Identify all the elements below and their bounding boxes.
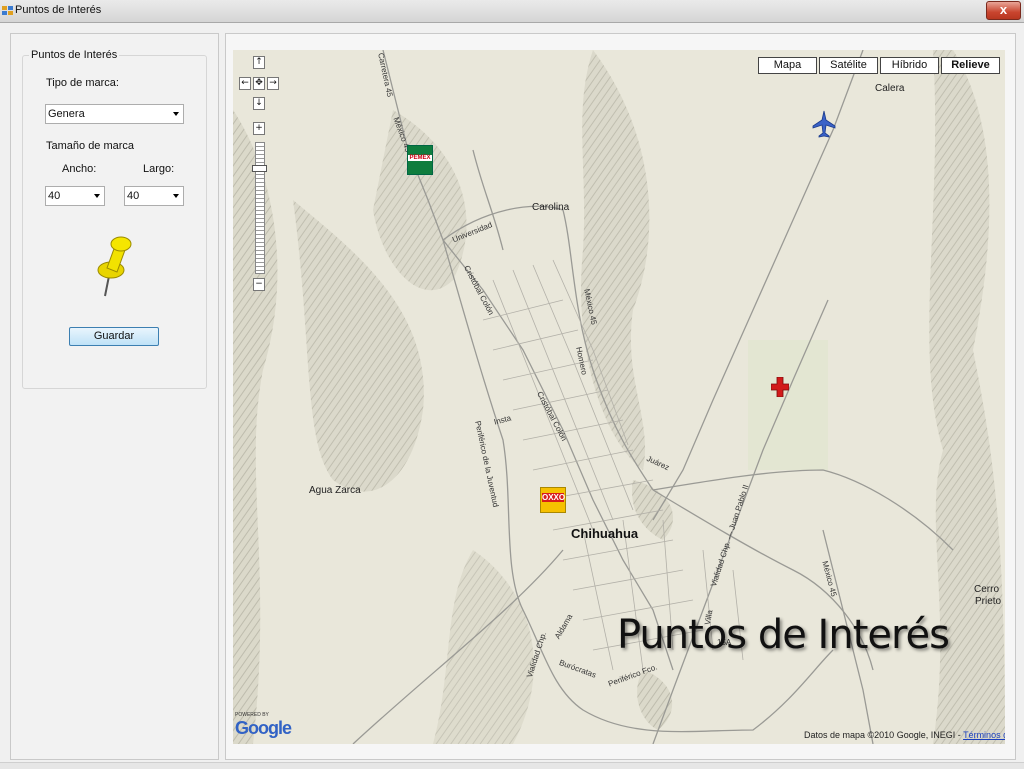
place-label-prieto: Prieto: [975, 596, 1002, 607]
hospital-icon[interactable]: [771, 377, 789, 397]
place-label-carolina: Carolina: [532, 202, 570, 213]
width-value: 40: [48, 190, 61, 202]
pemex-label: PEMEX: [408, 155, 432, 161]
width-label: Ancho:: [62, 163, 97, 175]
place-label-cerro: Cerro: [974, 584, 1000, 595]
app-icon: [2, 6, 13, 15]
pan-center-button[interactable]: ✥: [253, 77, 265, 90]
pan-left-button[interactable]: ←: [239, 77, 251, 90]
attribution-text: Datos de mapa ©2010 Google, INEGI -: [804, 730, 964, 740]
map-view[interactable]: ↑ ← ✥ → ↓ + − Mapa Satélite Híbrido Reli…: [233, 50, 1005, 744]
map-type-relieve[interactable]: Relieve: [941, 57, 1000, 74]
overlay-title: Puntos de Interés: [617, 612, 950, 658]
settings-panel: Puntos de Interés Tipo de marca: Genera …: [10, 33, 219, 760]
marker-type-value: Genera: [48, 108, 85, 120]
window-title: Puntos de Interés: [15, 4, 102, 16]
airport-icon[interactable]: [812, 110, 836, 138]
marker-size-label: Tamaño de marca: [46, 140, 135, 152]
map-type-mapa[interactable]: Mapa: [758, 57, 817, 74]
chevron-down-icon: [173, 194, 179, 198]
marker-type-select[interactable]: Genera: [45, 104, 184, 124]
terms-of-use-link[interactable]: Términos de uso: [963, 730, 1005, 740]
pan-up-button[interactable]: ↑: [253, 56, 265, 69]
chevron-down-icon: [173, 112, 179, 116]
oxxo-label: OXXO: [542, 493, 566, 502]
zoom-out-button[interactable]: −: [253, 278, 265, 291]
height-label: Largo:: [143, 163, 175, 175]
place-label-calera: Calera: [875, 83, 905, 94]
pushpin-icon: [97, 236, 132, 297]
height-value: 40: [127, 190, 140, 202]
zoom-in-button[interactable]: +: [253, 122, 265, 135]
zoom-slider-handle[interactable]: [252, 165, 267, 172]
map-type-satelite[interactable]: Satélite: [819, 57, 878, 74]
google-logo[interactable]: Google: [235, 718, 292, 739]
pan-down-button[interactable]: ↓: [253, 97, 265, 110]
marker-type-label: Tipo de marca:: [46, 77, 119, 89]
save-button[interactable]: Guardar: [69, 327, 159, 346]
group-title: Puntos de Interés: [29, 49, 120, 61]
map-type-hibrido[interactable]: Híbrido: [880, 57, 939, 74]
pemex-marker[interactable]: PEMEX: [407, 145, 433, 175]
chevron-down-icon: [94, 194, 100, 198]
map-attribution: Datos de mapa ©2010 Google, INEGI - Térm…: [804, 730, 1005, 740]
pan-right-button[interactable]: →: [267, 77, 279, 90]
zoom-slider[interactable]: [255, 142, 265, 274]
city-label-chihuahua: Chihuahua: [571, 526, 639, 541]
oxxo-marker[interactable]: OXXO: [540, 487, 566, 513]
height-select[interactable]: 40: [124, 186, 184, 206]
width-select[interactable]: 40: [45, 186, 105, 206]
place-label-agua-zarca: Agua Zarca: [309, 485, 361, 496]
title-bar[interactable]: Puntos de Interés x: [0, 0, 1024, 23]
close-button[interactable]: x: [986, 1, 1021, 20]
